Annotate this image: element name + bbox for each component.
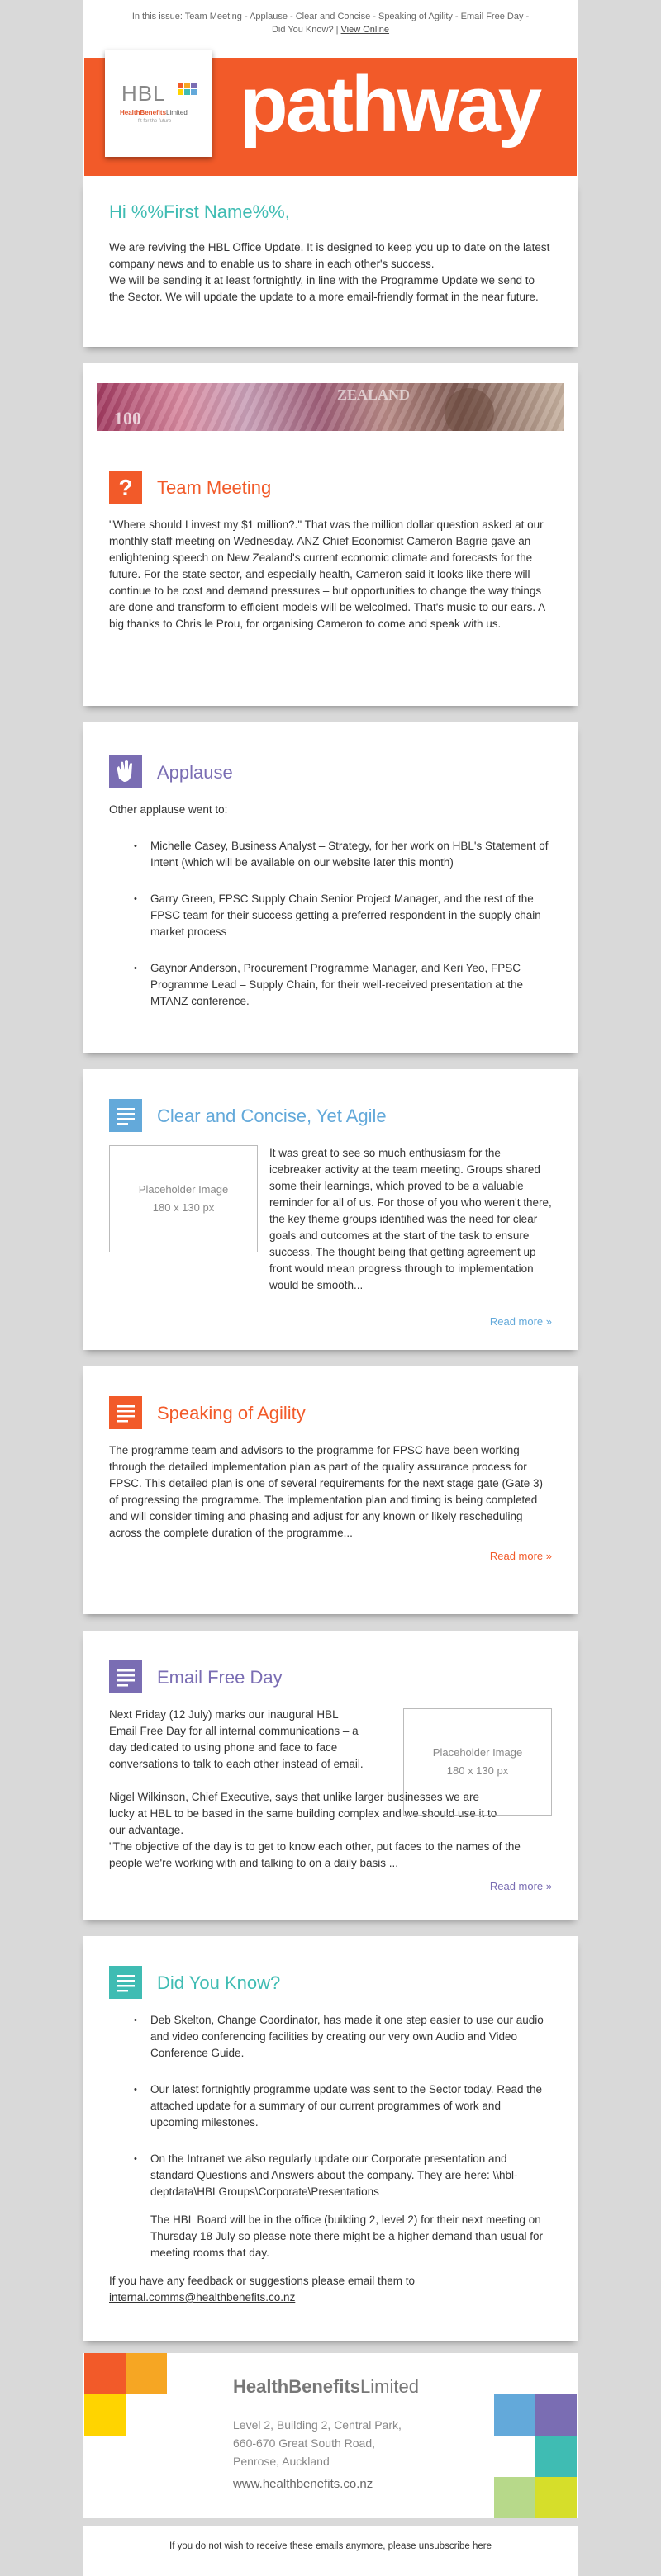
read-more-link[interactable]: Read more » bbox=[490, 1880, 552, 1892]
team-meeting-header: ? Team Meeting bbox=[109, 471, 552, 504]
masthead-band: HBL HealthBenefitsLimited fit for the fu… bbox=[84, 50, 577, 176]
clear-concise-body: It was great to see so much enthusiasm f… bbox=[269, 1147, 552, 1291]
placeholder-image: Placeholder Image 180 x 130 px bbox=[403, 1708, 552, 1816]
banknote-banner-image: 100 ZEALAND bbox=[97, 383, 564, 431]
brand-square bbox=[535, 2436, 577, 2477]
list-item: On the Intranet we also regularly update… bbox=[134, 2151, 552, 2200]
board-note: The HBL Board will be in the office (bui… bbox=[150, 2214, 544, 2259]
issue-summary-2: Did You Know? | bbox=[271, 25, 339, 35]
document-lines-icon bbox=[109, 1660, 142, 1693]
address-line: Penrose, Auckland bbox=[233, 2455, 330, 2468]
list-item: Our latest fortnightly programme update … bbox=[134, 2081, 552, 2131]
placeholder-size: 180 x 130 px bbox=[152, 1201, 215, 1214]
applause-list: Michelle Casey, Business Analyst – Strat… bbox=[109, 838, 552, 1010]
document-lines-icon bbox=[109, 1099, 142, 1132]
masthead-title: pathway bbox=[240, 60, 542, 149]
brand-square bbox=[535, 2394, 577, 2436]
brand-square bbox=[84, 2394, 126, 2436]
email-page: In this issue: Team Meeting - Applause -… bbox=[0, 0, 661, 2576]
masthead: HBL HealthBenefitsLimited fit for the fu… bbox=[83, 48, 578, 180]
feedback-email-link[interactable]: internal.comms@healthbenefits.co.nz bbox=[109, 2291, 295, 2304]
did-you-know-list: Deb Skelton, Change Coordinator, has mad… bbox=[109, 2012, 552, 2200]
agility-card: Speaking of Agility The programme team a… bbox=[83, 1366, 578, 1614]
applause-lead: Other applause went to: bbox=[109, 803, 228, 816]
placeholder-label: Placeholder Image bbox=[432, 1746, 523, 1759]
address-line: 660-670 Great South Road, bbox=[233, 2436, 376, 2450]
did-you-know-header: Did You Know? bbox=[109, 1966, 552, 1999]
email-free-paragraph-1: Next Friday (12 July) marks our inaugura… bbox=[109, 1708, 364, 1770]
applause-title: Applause bbox=[157, 762, 233, 783]
applause-card: Applause Other applause went to: Michell… bbox=[83, 722, 578, 1053]
unsubscribe-text: If you do not wish to receive these emai… bbox=[169, 2541, 416, 2551]
email-free-title: Email Free Day bbox=[157, 1667, 283, 1688]
footer-company: HealthBenefitsLimited bbox=[233, 2376, 419, 2398]
address-line: Level 2, Building 2, Central Park, bbox=[233, 2418, 402, 2432]
footer-company-a: HealthBenefits bbox=[233, 2376, 361, 2397]
intro-paragraph-1: We are reviving the HBL Office Update. I… bbox=[109, 241, 550, 270]
document-lines-icon bbox=[109, 1396, 142, 1429]
did-you-know-card: Did You Know? Deb Skelton, Change Coordi… bbox=[83, 1936, 578, 2341]
logo-name-b: Limited bbox=[166, 109, 188, 116]
unsubscribe-link[interactable]: unsubscribe here bbox=[419, 2541, 492, 2551]
issue-summary: In this issue: Team Meeting - Applause -… bbox=[131, 12, 530, 21]
placeholder-size: 180 x 130 px bbox=[446, 1764, 509, 1777]
logo-text: HBL bbox=[121, 81, 166, 106]
footer-website-link[interactable]: www.healthbenefits.co.nz bbox=[233, 2477, 373, 2491]
did-you-know-title: Did You Know? bbox=[157, 1972, 281, 1993]
logo-name-a: HealthBenefits bbox=[120, 109, 167, 116]
clear-concise-card: Clear and Concise, Yet Agile Placeholder… bbox=[83, 1069, 578, 1350]
unsubscribe-bar: If you do not wish to receive these emai… bbox=[83, 2526, 578, 2576]
document-lines-icon bbox=[109, 1966, 142, 1999]
hbl-logo[interactable]: HBL HealthBenefitsLimited fit for the fu… bbox=[105, 50, 212, 157]
placeholder-label: Placeholder Image bbox=[138, 1183, 229, 1196]
agility-title: Speaking of Agility bbox=[157, 1403, 306, 1423]
intro-paragraph-2: We will be sending it at least fortnight… bbox=[109, 274, 539, 303]
feedback-text: If you have any feedback or suggestions … bbox=[109, 2275, 415, 2287]
list-item: Deb Skelton, Change Coordinator, has mad… bbox=[134, 2012, 552, 2062]
list-item: Michelle Casey, Business Analyst – Strat… bbox=[134, 838, 552, 871]
agility-body: The programme team and advisors to the p… bbox=[109, 1444, 544, 1539]
clapping-hands-icon bbox=[109, 755, 142, 788]
brand-square bbox=[494, 2477, 535, 2518]
team-meeting-title: Team Meeting bbox=[157, 477, 272, 498]
brand-square bbox=[535, 2477, 577, 2518]
greeting: Hi %%First Name%%, bbox=[109, 201, 290, 222]
brand-square bbox=[494, 2394, 535, 2436]
team-meeting-body: "Where should I invest my $1 million?." … bbox=[109, 519, 545, 630]
list-item: Garry Green, FPSC Supply Chain Senior Pr… bbox=[134, 891, 552, 940]
email-free-card: Email Free Day Placeholder Image 180 x 1… bbox=[83, 1631, 578, 1920]
placeholder-image: Placeholder Image 180 x 130 px bbox=[109, 1145, 258, 1252]
svg-text:?: ? bbox=[118, 475, 132, 500]
agility-header: Speaking of Agility bbox=[109, 1396, 552, 1429]
view-online-link[interactable]: View Online bbox=[341, 25, 390, 35]
brand-square bbox=[84, 2353, 126, 2394]
logo-tagline: fit for the future bbox=[138, 119, 172, 124]
applause-header: Applause bbox=[109, 755, 552, 788]
clear-concise-title: Clear and Concise, Yet Agile bbox=[157, 1106, 387, 1126]
read-more-link[interactable]: Read more » bbox=[490, 1550, 552, 1562]
email-free-header: Email Free Day bbox=[109, 1660, 552, 1693]
email-free-paragraph-3: "The objective of the day is to get to k… bbox=[109, 1840, 521, 1869]
team-meeting-card: 100 ZEALAND ? Team Meeting "Where should… bbox=[83, 363, 578, 706]
footer-company-b: Limited bbox=[360, 2376, 419, 2397]
intro-card: Hi %%First Name%%, We are reviving the H… bbox=[83, 180, 578, 347]
brand-square bbox=[126, 2353, 167, 2394]
clear-concise-header: Clear and Concise, Yet Agile bbox=[109, 1099, 552, 1132]
list-item: Gaynor Anderson, Procurement Programme M… bbox=[134, 960, 552, 1010]
footer: HealthBenefitsLimited Level 2, Building … bbox=[83, 2353, 578, 2518]
question-icon: ? bbox=[109, 471, 142, 504]
footer-address: Level 2, Building 2, Central Park, 660-6… bbox=[233, 2416, 402, 2470]
issue-bar: In this issue: Team Meeting - Applause -… bbox=[83, 0, 578, 48]
